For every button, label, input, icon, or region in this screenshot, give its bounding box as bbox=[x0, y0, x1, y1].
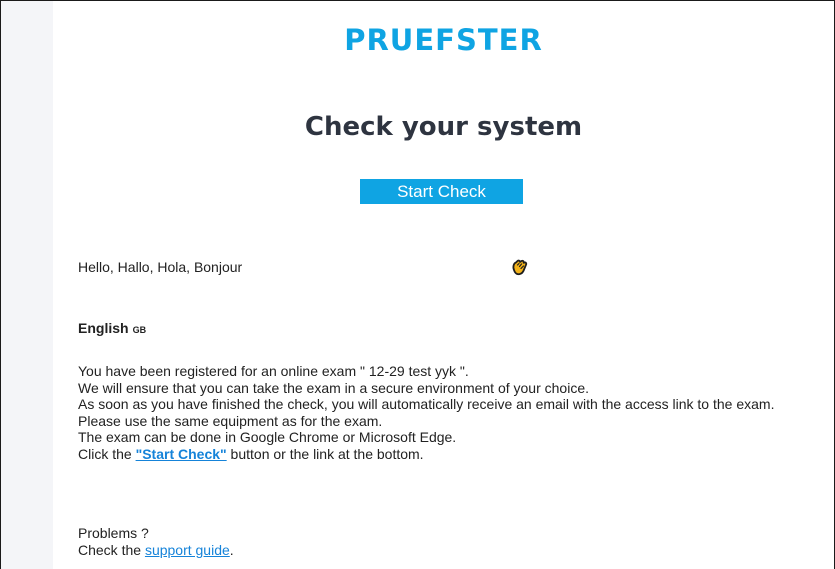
waving-hand-icon bbox=[512, 259, 528, 276]
body-line: Please use the same equipment as for the… bbox=[78, 412, 383, 429]
support-prefix: Check the bbox=[78, 542, 145, 558]
language-flag-badge: GB bbox=[132, 325, 147, 335]
left-gutter bbox=[1, 1, 53, 569]
email-content: PRUEFSTER Check your system Start Check … bbox=[53, 1, 834, 569]
click-instruction: Click the "Start Check" button or the li… bbox=[78, 446, 828, 463]
start-check-button[interactable]: Start Check bbox=[360, 179, 523, 204]
support-section: Problems ? Check the support guide. bbox=[78, 525, 234, 559]
problems-label: Problems ? bbox=[78, 525, 149, 541]
body-line: The exam can be done in Google Chrome or… bbox=[78, 429, 457, 445]
email-frame: PRUEFSTER Check your system Start Check … bbox=[0, 0, 835, 569]
click-prefix: Click the bbox=[78, 445, 136, 462]
support-line: Check the support guide. bbox=[78, 542, 234, 559]
support-suffix: . bbox=[229, 542, 234, 558]
body-line: You have been registered for an online e… bbox=[78, 363, 469, 379]
click-suffix: button or the link at the bottom. bbox=[226, 445, 424, 462]
body-line: We will ensure that you can take the exa… bbox=[78, 379, 590, 396]
greeting-text: Hello, Hallo, Hola, Bonjour bbox=[78, 259, 243, 275]
language-heading: English GB bbox=[78, 320, 146, 336]
body-line: As soon as you have finished the check, … bbox=[78, 396, 775, 412]
brand-logo: PRUEFSTER bbox=[344, 23, 543, 57]
page-title: Check your system bbox=[304, 112, 583, 142]
language-heading-label: English bbox=[78, 320, 129, 336]
english-body: You have been registered for an online e… bbox=[78, 363, 828, 462]
start-check-link[interactable]: "Start Check" bbox=[136, 446, 227, 462]
support-guide-link[interactable]: support guide bbox=[145, 542, 230, 558]
